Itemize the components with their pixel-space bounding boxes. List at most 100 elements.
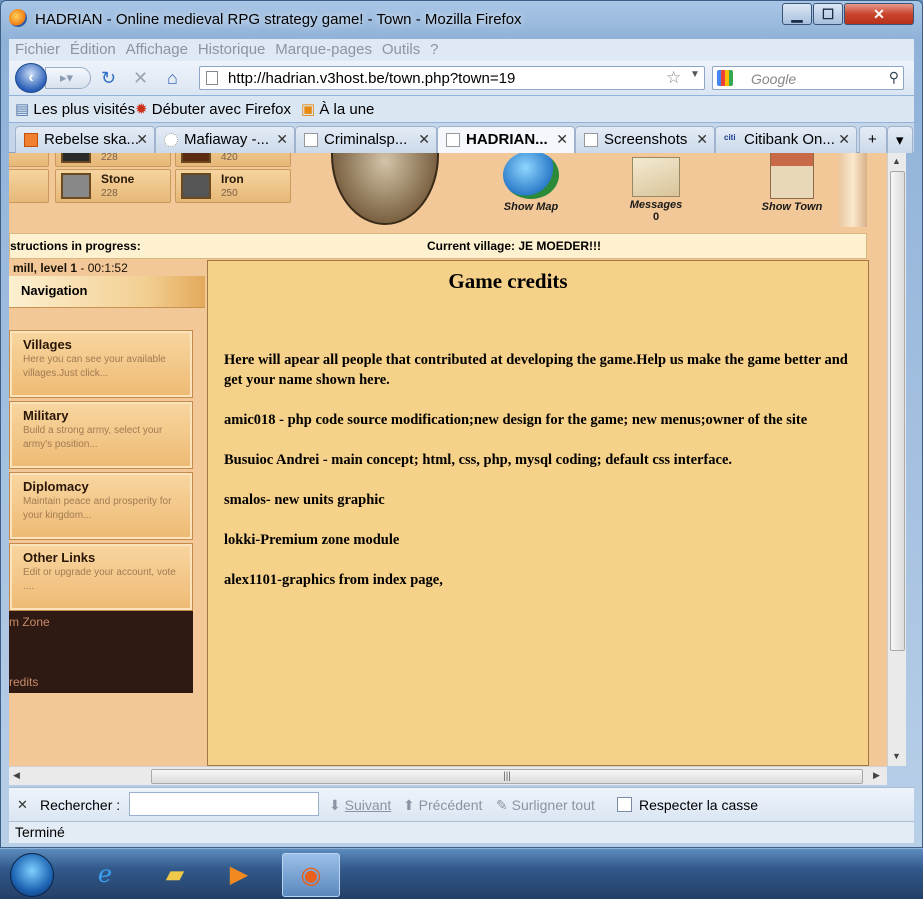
menu-fichier[interactable]: Fichier xyxy=(15,39,60,61)
menu-edition[interactable]: Édition xyxy=(70,39,116,61)
credits-intro: Here will apear all people that contribu… xyxy=(224,352,848,388)
vertical-scroll-thumb[interactable] xyxy=(890,171,905,651)
menu-outils[interactable]: Outils xyxy=(382,39,420,61)
bookmark-label: À la une xyxy=(319,101,375,118)
find-next-button[interactable]: ⬇ Suivant xyxy=(329,797,391,814)
tab-citibank[interactable]: citi Citibank On... ✕ xyxy=(715,126,857,153)
horizontal-scroll-thumb[interactable]: ||| xyxy=(151,769,863,784)
scroll-up-icon[interactable]: ▲ xyxy=(892,156,901,166)
search-icon[interactable]: ⚲ xyxy=(889,69,899,86)
file-explorer-icon[interactable]: ▰ xyxy=(146,853,204,897)
tab-close-icon[interactable]: ✕ xyxy=(696,131,708,148)
sidebar-item-desc: Build a strong army, select your army's … xyxy=(23,425,163,450)
match-case-checkbox[interactable] xyxy=(617,797,632,812)
stop-icon[interactable]: ✕ xyxy=(133,67,148,89)
url-dropdown-icon[interactable]: ▼ xyxy=(690,69,700,80)
page-title: Game credits xyxy=(448,269,568,293)
bookmark-getting-started[interactable]: ✹ Débuter avec Firefox xyxy=(135,100,291,118)
decorative-pillar xyxy=(839,153,867,227)
show-town-link[interactable]: Show Town xyxy=(757,153,827,213)
window-title: HADRIAN - Online medieval RPG strategy g… xyxy=(35,11,522,28)
forward-button[interactable]: ▸▾ xyxy=(45,67,91,89)
sidebar-item-title: Military xyxy=(23,408,69,423)
find-close-icon[interactable]: ✕ xyxy=(17,797,28,813)
resource-box-iron: Iron 250 xyxy=(175,169,291,203)
menu-affichage[interactable]: Affichage xyxy=(126,39,188,61)
tab-label: Criminalsp... xyxy=(324,131,408,148)
back-button[interactable]: ‹ xyxy=(15,63,47,93)
tab-label: Rebelse ska... xyxy=(44,131,140,148)
reload-icon[interactable]: ↻ xyxy=(101,67,116,89)
credit-line: Busuioc Andrei - main concept; html, css… xyxy=(224,452,733,468)
premium-zone-link[interactable]: m Zone xyxy=(9,615,50,629)
scroll-left-icon[interactable]: ◀ xyxy=(13,770,20,781)
url-text[interactable]: http://hadrian.v3host.be/town.php?town=1… xyxy=(228,70,515,87)
tab-hadrian[interactable]: HADRIAN... ✕ xyxy=(437,126,575,154)
highlight-label: Surligner tout xyxy=(511,797,595,813)
bookmark-star-icon[interactable]: ☆ xyxy=(666,68,681,88)
bookmark-most-visited[interactable]: ▤ Les plus visités xyxy=(15,100,135,118)
resource-box-partial xyxy=(9,153,49,167)
tab-screenshots[interactable]: Screenshots ✕ xyxy=(575,126,715,153)
title-bar[interactable]: HADRIAN - Online medieval RPG strategy g… xyxy=(1,1,922,37)
find-prev-button[interactable]: ⬆ Précédent xyxy=(403,797,482,814)
messages-count: 0 xyxy=(652,211,660,223)
navigation-heading: Navigation xyxy=(9,276,205,308)
menu-marque-pages[interactable]: Marque-pages xyxy=(275,39,372,61)
bookmark-headlines[interactable]: ▣ À la une xyxy=(301,100,374,118)
menu-help[interactable]: ? xyxy=(430,39,438,61)
sidebar-item-military[interactable]: Military Build a strong army, select you… xyxy=(9,401,193,469)
highlight-all-button[interactable]: ✎ Surligner tout xyxy=(496,797,595,814)
horizontal-scrollbar[interactable]: ◀ ||| ▶ xyxy=(9,766,887,785)
messages-link[interactable]: Messages 0 xyxy=(623,153,689,223)
credit-line: amic018 - php code source modification;n… xyxy=(224,412,808,428)
status-bar: Terminé xyxy=(9,821,914,843)
tab-criminalsp[interactable]: Criminalsp... ✕ xyxy=(295,126,437,153)
search-placeholder[interactable]: Google xyxy=(751,71,796,87)
home-icon[interactable]: ⌂ xyxy=(167,67,178,89)
internet-explorer-icon[interactable]: ℯ xyxy=(76,853,134,897)
scroll-down-icon[interactable]: ▼ xyxy=(892,751,901,761)
tab-favicon-icon xyxy=(304,133,318,147)
tab-close-icon[interactable]: ✕ xyxy=(136,131,148,148)
tab-rebelse[interactable]: Rebelse ska... ✕ xyxy=(15,126,155,153)
sidebar-item-title: Villages xyxy=(23,337,72,352)
url-bar[interactable]: http://hadrian.v3host.be/town.php?town=1… xyxy=(199,66,705,90)
tab-list-button[interactable]: ▾ xyxy=(887,126,913,153)
maximize-button[interactable]: ☐ xyxy=(813,3,843,25)
resource-image xyxy=(61,153,91,163)
close-button[interactable]: ✕ xyxy=(844,3,914,25)
sidebar-item-desc: Edit or upgrade your account, vote .... xyxy=(23,567,176,592)
sidebar-item-other-links[interactable]: Other Links Edit or upgrade your account… xyxy=(9,543,193,611)
firefox-taskbar-icon[interactable]: ◉ xyxy=(282,853,340,897)
down-arrow-icon: ⬇ xyxy=(329,797,341,813)
show-map-link[interactable]: Show Map xyxy=(499,153,563,213)
search-bar[interactable]: Google ⚲ xyxy=(712,66,904,90)
minimize-button[interactable]: ▁ xyxy=(782,3,812,25)
google-icon[interactable] xyxy=(717,70,733,86)
resource-box-partial xyxy=(9,169,49,203)
resource-image xyxy=(181,153,211,163)
menu-historique[interactable]: Historique xyxy=(198,39,266,61)
start-button[interactable] xyxy=(10,853,54,897)
tab-close-icon[interactable]: ✕ xyxy=(418,131,430,148)
new-tab-button[interactable]: + xyxy=(859,126,887,153)
tab-mafiaway[interactable]: Mafiaway -... ✕ xyxy=(155,126,295,153)
credits-link[interactable]: redits xyxy=(9,675,38,689)
tab-close-icon[interactable]: ✕ xyxy=(276,131,288,148)
sidebar-item-diplomacy[interactable]: Diplomacy Maintain peace and prosperity … xyxy=(9,472,193,540)
media-player-icon[interactable]: ▶ xyxy=(210,853,268,897)
scroll-right-icon[interactable]: ▶ xyxy=(873,770,880,781)
find-input[interactable] xyxy=(129,792,319,816)
find-label: Rechercher : xyxy=(40,797,121,813)
bookmark-label: Les plus visités xyxy=(33,101,136,118)
sidebar-item-villages[interactable]: Villages Here you can see your available… xyxy=(9,330,193,398)
tab-close-icon[interactable]: ✕ xyxy=(838,131,850,148)
match-case-label[interactable]: Respecter la casse xyxy=(639,797,758,813)
firefox-icon xyxy=(9,9,27,27)
tab-favicon-icon xyxy=(24,133,38,147)
info-bar: structions in progress: Current village:… xyxy=(9,233,867,259)
page-icon xyxy=(206,71,218,85)
tab-close-icon[interactable]: ✕ xyxy=(556,131,568,148)
vertical-scrollbar[interactable]: ▲ ▼ xyxy=(887,153,906,766)
